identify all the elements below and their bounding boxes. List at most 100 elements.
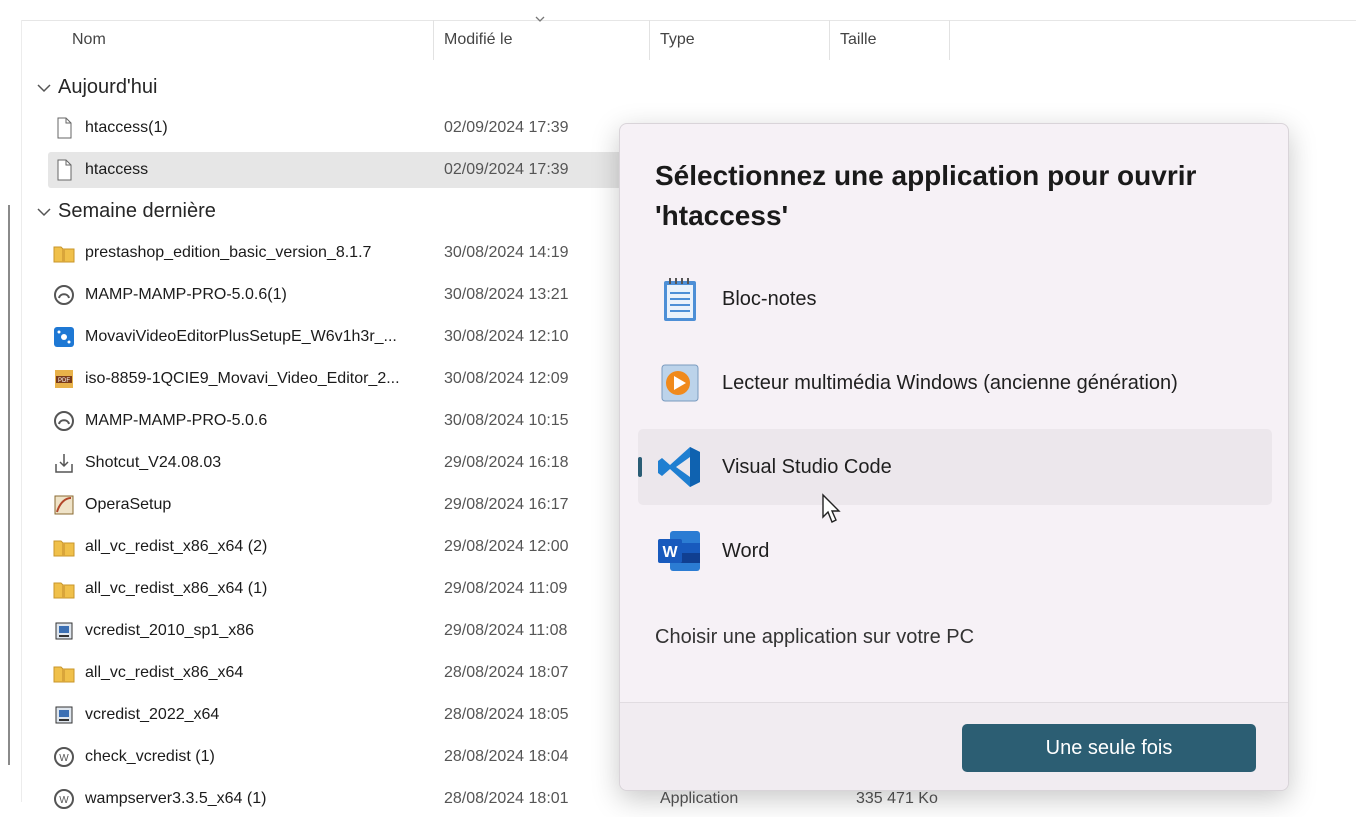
document-icon — [57, 117, 72, 139]
file-row[interactable]: MAMP-MAMP-PRO-5.0.6(1) 30/08/2024 13:21 — [48, 277, 628, 313]
file-date: 29/08/2024 11:08 — [444, 622, 568, 639]
group-last-week[interactable]: Semaine dernière — [36, 196, 216, 226]
media-player-icon — [661, 364, 699, 402]
toolbar-divider — [22, 0, 1356, 21]
file-row[interactable]: vcredist_2010_sp1_x86 29/08/2024 11:08 — [48, 613, 628, 649]
selection-indicator — [638, 457, 642, 477]
file-row[interactable]: OperaSetup 29/08/2024 16:17 — [48, 487, 628, 523]
file-date: 29/08/2024 11:09 — [444, 580, 568, 597]
svg-text:PDF: PDF — [58, 378, 70, 384]
file-date: 29/08/2024 16:18 — [444, 454, 569, 471]
just-once-button[interactable]: Une seule fois — [962, 724, 1256, 772]
chevron-down-icon — [37, 208, 51, 216]
file-name: prestashop_edition_basic_version_8.1.7 — [85, 244, 372, 261]
column-header-size[interactable]: Taille — [832, 20, 950, 60]
file-date: 28/08/2024 18:07 — [444, 664, 569, 681]
file-date: 28/08/2024 18:04 — [444, 748, 569, 765]
setup-icon — [55, 622, 73, 640]
file-name: check_vcredist (1) — [85, 748, 215, 765]
column-header-modified[interactable]: Modifié le — [436, 20, 650, 60]
chevron-down-icon — [37, 84, 51, 92]
file-date: 29/08/2024 12:00 — [444, 538, 569, 555]
file-name: MAMP-MAMP-PRO-5.0.6(1) — [85, 286, 287, 303]
installer-icon — [55, 454, 73, 473]
zip-folder-icon — [53, 246, 75, 263]
vscode-icon — [658, 447, 700, 487]
app-label: Visual Studio Code — [722, 456, 892, 478]
document-icon — [57, 159, 72, 181]
file-date: 28/08/2024 18:05 — [444, 706, 569, 723]
open-with-dialog: Sélectionnez une application pour ouvrir… — [619, 123, 1289, 791]
app-option-vscode[interactable]: Visual Studio Code — [638, 429, 1272, 505]
file-name: Shotcut_V24.08.03 — [85, 454, 222, 471]
opera-setup-icon — [54, 495, 74, 515]
file-date: 30/08/2024 12:09 — [444, 370, 569, 387]
file-date: 28/08/2024 18:01 — [444, 790, 569, 807]
zip-folder-icon — [53, 582, 75, 599]
file-name: vcredist_2010_sp1_x86 — [85, 622, 255, 639]
dialog-footer: Une seule fois — [620, 703, 1288, 790]
file-row[interactable]: MovaviVideoEditorPlusSetupE_W6v1h3r_... … — [48, 319, 628, 355]
file-name: all_vc_redist_x86_x64 (1) — [85, 580, 268, 597]
file-row-selected[interactable]: htaccess 02/09/2024 17:39 — [48, 152, 628, 188]
notepad-icon — [664, 278, 696, 321]
pdf-icon: PDF — [55, 370, 73, 388]
wamp-icon: W — [54, 747, 74, 767]
group-today-label: Aujourd'hui — [58, 76, 158, 98]
file-row[interactable]: vcredist_2022_x64 28/08/2024 18:05 — [48, 697, 628, 733]
app-label: Lecteur multimédia Windows (ancienne gén… — [722, 372, 1178, 394]
file-name: all_vc_redist_x86_x64 (2) — [85, 538, 268, 555]
svg-text:W: W — [59, 795, 69, 806]
svg-text:W: W — [59, 753, 69, 764]
column-header-name[interactable]: Nom — [64, 20, 434, 60]
file-row[interactable]: all_vc_redist_x86_x64 28/08/2024 18:07 — [48, 655, 628, 691]
file-name: iso-8859-1QCIE9_Movavi_Video_Editor_2... — [85, 370, 400, 387]
file-date: 29/08/2024 16:17 — [444, 496, 569, 513]
file-row[interactable]: all_vc_redist_x86_x64 (2) 29/08/2024 12:… — [48, 529, 628, 565]
setup-icon — [55, 706, 73, 724]
file-row[interactable]: prestashop_edition_basic_version_8.1.7 3… — [48, 235, 628, 271]
nav-pane-edge — [21, 20, 22, 802]
file-name: htaccess — [85, 161, 149, 178]
mamp-icon — [54, 411, 74, 431]
file-name: MovaviVideoEditorPlusSetupE_W6v1h3r_... — [85, 328, 397, 345]
file-row[interactable]: MAMP-MAMP-PRO-5.0.6 30/08/2024 10:15 — [48, 403, 628, 439]
app-label: Word — [722, 540, 770, 562]
file-name: MAMP-MAMP-PRO-5.0.6 — [85, 412, 268, 429]
file-row[interactable]: htaccess(1) 02/09/2024 17:39 — [48, 110, 628, 146]
file-date: 30/08/2024 10:15 — [444, 412, 569, 429]
wamp-icon: W — [54, 789, 74, 809]
file-name: vcredist_2022_x64 — [85, 706, 220, 723]
group-last-week-label: Semaine dernière — [58, 200, 216, 222]
app-option-notepad[interactable]: Bloc-notes — [638, 261, 1272, 337]
file-date: 02/09/2024 17:39 — [444, 161, 569, 178]
zip-folder-icon — [53, 666, 75, 683]
file-row[interactable]: Shotcut_V24.08.03 29/08/2024 16:18 — [48, 445, 628, 481]
svg-text:W: W — [662, 544, 678, 561]
word-icon: W — [658, 531, 700, 571]
file-name: htaccess(1) — [85, 119, 168, 136]
file-date: 30/08/2024 13:21 — [444, 286, 569, 303]
file-date: 02/09/2024 17:39 — [444, 119, 569, 136]
sort-caret-icon — [535, 16, 545, 22]
mouse-cursor-icon — [822, 493, 841, 523]
mamp-icon — [54, 285, 74, 305]
nav-scrollbar[interactable] — [8, 205, 10, 765]
file-row[interactable]: W wampserver3.3.5_x64 (1) 28/08/2024 18:… — [48, 781, 938, 817]
file-row[interactable]: W check_vcredist (1) 28/08/2024 18:04 — [48, 739, 628, 775]
movavi-icon — [54, 327, 74, 347]
column-header-type[interactable]: Type — [652, 20, 830, 60]
file-name: all_vc_redist_x86_x64 — [85, 664, 244, 681]
choose-app-link[interactable]: Choisir une application sur votre PC — [655, 626, 974, 649]
app-label: Bloc-notes — [722, 288, 817, 310]
file-name: OperaSetup — [85, 496, 172, 513]
app-option-word[interactable]: W Word — [638, 513, 1272, 589]
file-date: 30/08/2024 14:19 — [444, 244, 569, 261]
zip-folder-icon — [53, 540, 75, 557]
file-row[interactable]: all_vc_redist_x86_x64 (1) 29/08/2024 11:… — [48, 571, 628, 607]
file-name: wampserver3.3.5_x64 (1) — [85, 790, 267, 807]
app-option-media-player[interactable]: Lecteur multimédia Windows (ancienne gén… — [638, 345, 1272, 421]
file-row[interactable]: PDF iso-8859-1QCIE9_Movavi_Video_Editor_… — [48, 361, 628, 397]
file-date: 30/08/2024 12:10 — [444, 328, 569, 345]
group-today[interactable]: Aujourd'hui — [36, 72, 157, 102]
